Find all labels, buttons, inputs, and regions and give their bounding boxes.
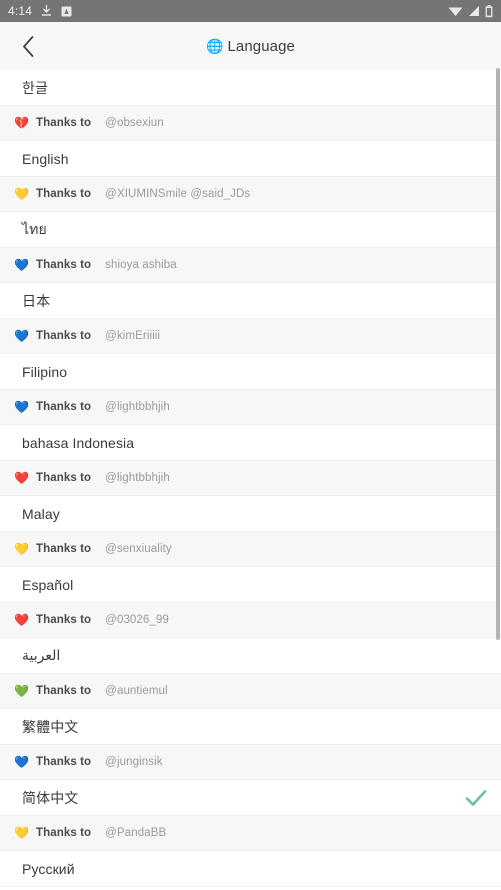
app-notification-icon	[61, 6, 72, 17]
thanks-credit: @obsexiun	[105, 117, 164, 129]
thanks-label: Thanks to	[35, 401, 92, 413]
heart-icon: 💛	[14, 826, 29, 840]
thanks-credit: @auntiemul	[105, 685, 168, 697]
language-row[interactable]: 日本	[0, 283, 501, 319]
language-row[interactable]: Русский	[0, 851, 501, 887]
thanks-credit: @03026_99	[105, 614, 169, 626]
thanks-label: Thanks to	[35, 543, 92, 555]
thanks-label: Thanks to	[35, 117, 92, 129]
language-name: Malay	[22, 505, 60, 522]
language-name: 繁體中文	[22, 718, 79, 735]
language-name: Filipino	[22, 363, 68, 380]
thanks-row: 💚 Thanks to @auntiemul	[0, 674, 501, 709]
language-name: English	[22, 150, 69, 167]
language-row[interactable]: Español	[0, 567, 501, 603]
language-row[interactable]: 简体中文	[0, 780, 501, 816]
thanks-row: 💙 Thanks to @lightbbhjih	[0, 390, 501, 425]
language-row[interactable]: 繁體中文	[0, 709, 501, 745]
thanks-row: 💔 Thanks to @obsexiun	[0, 106, 501, 141]
language-row[interactable]: Malay	[0, 496, 501, 532]
thanks-credit: @PandaBB	[105, 827, 167, 839]
language-name: bahasa Indonesia	[22, 434, 135, 451]
heart-icon: 💙	[14, 258, 29, 272]
battery-icon	[485, 4, 493, 18]
heart-icon: ❤️	[14, 471, 29, 485]
thanks-label: Thanks to	[35, 330, 92, 342]
thanks-label: Thanks to	[35, 472, 92, 484]
thanks-row: 💛 Thanks to @XIUMINSmile @said_JDs	[0, 177, 501, 212]
thanks-row: ❤️ Thanks to @lightbbhjih	[0, 461, 501, 496]
heart-icon: 💙	[14, 329, 29, 343]
language-row[interactable]: 한글	[0, 70, 501, 106]
language-settings-screen: 4:14 🌐 Language 한글 💔 Thanks to @obsexiun…	[0, 0, 501, 890]
heart-icon: 💛	[14, 187, 29, 201]
back-button[interactable]	[4, 22, 52, 70]
thanks-credit: @XIUMINSmile @said_JDs	[105, 188, 251, 200]
thanks-credit: @lightbbhjih	[105, 472, 170, 484]
language-name: Русский	[22, 860, 75, 877]
language-name: 한글	[22, 79, 48, 96]
language-row[interactable]: ไทย	[0, 212, 501, 248]
thanks-row: 💙 Thanks to shioya ashiba	[0, 248, 501, 283]
thanks-label: Thanks to	[35, 756, 92, 768]
thanks-credit: @lightbbhjih	[105, 401, 170, 413]
heart-icon: 💙	[14, 755, 29, 769]
thanks-credit: @senxiuality	[105, 543, 172, 555]
selected-check-icon	[465, 789, 487, 807]
heart-icon: 💛	[14, 542, 29, 556]
download-icon	[41, 5, 52, 17]
thanks-row: 💙 Thanks to @kimEriiiii	[0, 319, 501, 354]
heart-icon: 💔	[14, 116, 29, 130]
language-name: Español	[22, 576, 74, 593]
status-bar: 4:14	[0, 0, 501, 22]
language-list[interactable]: 한글 💔 Thanks to @obsexiun English 💛 Thanks to @X…	[0, 70, 501, 890]
language-row[interactable]: Filipino	[0, 354, 501, 390]
status-bar-clock: 4:14	[8, 4, 33, 18]
thanks-label: Thanks to	[35, 614, 92, 626]
thanks-row: 💙 Thanks to @junginsik	[0, 745, 501, 780]
language-name: 日本	[22, 292, 51, 309]
thanks-credit: @junginsik	[105, 756, 163, 768]
heart-icon: 💙	[14, 400, 29, 414]
thanks-label: Thanks to	[35, 827, 92, 839]
language-row[interactable]: bahasa Indonesia	[0, 425, 501, 461]
thanks-credit: shioya ashiba	[105, 259, 177, 271]
cell-signal-icon	[468, 5, 480, 17]
chevron-left-icon	[22, 35, 35, 57]
wifi-icon	[448, 5, 463, 17]
language-name: 简体中文	[22, 789, 79, 806]
language-row[interactable]: العربية	[0, 638, 501, 674]
thanks-row: ❤️ Thanks to @03026_99	[0, 603, 501, 638]
thanks-row: 💛 Thanks to @senxiuality	[0, 532, 501, 567]
thanks-label: Thanks to	[35, 188, 92, 200]
language-row[interactable]: English	[0, 141, 501, 177]
page-title: 🌐 Language	[0, 38, 501, 55]
thanks-credit: @kimEriiiii	[105, 330, 161, 342]
thanks-label: Thanks to	[35, 685, 92, 697]
globe-icon: 🌐	[206, 38, 224, 54]
status-bar-left: 4:14	[8, 4, 72, 18]
app-bar: 🌐 Language	[0, 22, 501, 70]
language-name: ไทย	[22, 220, 47, 237]
status-bar-right	[448, 4, 493, 18]
heart-icon: 💚	[14, 684, 29, 698]
heart-icon: ❤️	[14, 613, 29, 627]
vertical-scrollbar[interactable]	[496, 68, 500, 640]
thanks-row: 💛 Thanks to @PandaBB	[0, 816, 501, 851]
thanks-label: Thanks to	[35, 259, 92, 271]
language-name: العربية	[22, 647, 61, 663]
page-title-label: Language	[227, 37, 295, 55]
